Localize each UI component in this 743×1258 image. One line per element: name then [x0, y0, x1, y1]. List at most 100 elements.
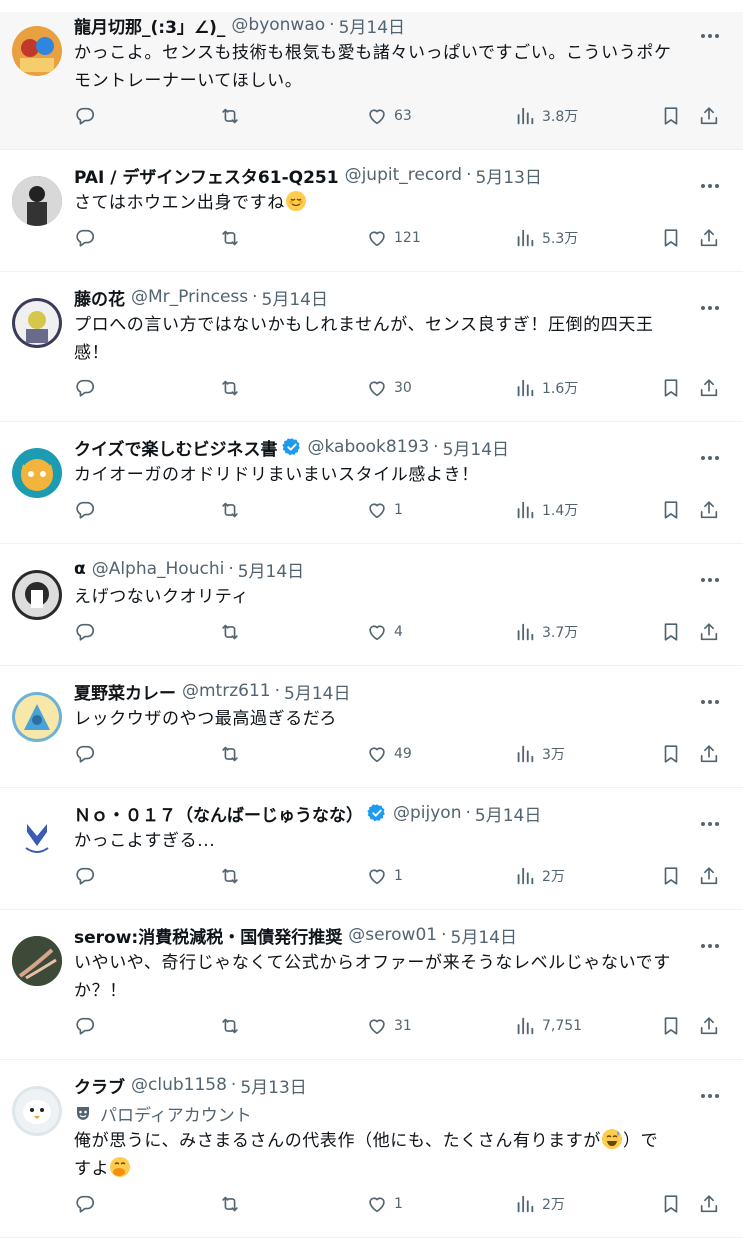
avatar[interactable] — [12, 1086, 62, 1136]
post-date[interactable]: 5月14日 — [443, 435, 509, 460]
share-button[interactable] — [698, 861, 720, 891]
share-button[interactable] — [698, 101, 720, 131]
views-button[interactable]: 1.6万 — [514, 373, 578, 403]
more-options-icon[interactable] — [699, 692, 721, 712]
display-name[interactable]: PAI / デザインフェスタ61-Q251 — [74, 163, 339, 188]
avatar[interactable] — [12, 26, 62, 76]
share-button[interactable] — [698, 1011, 720, 1041]
bookmark-button[interactable] — [660, 1189, 682, 1219]
bookmark-button[interactable] — [660, 223, 682, 253]
more-options-icon[interactable] — [699, 1086, 721, 1106]
share-button[interactable] — [698, 1189, 720, 1219]
avatar[interactable] — [12, 298, 62, 348]
more-options-icon[interactable] — [699, 936, 721, 956]
reply-tweet[interactable]: PAI / デザインフェスタ61-Q251 @jupit_record · 5月13日… — [0, 162, 743, 272]
reply-button[interactable] — [74, 861, 96, 891]
views-button[interactable]: 7,751 — [514, 1011, 582, 1041]
post-date[interactable]: 5月14日 — [262, 285, 328, 310]
share-button[interactable] — [698, 373, 720, 403]
user-handle[interactable]: @mtrz611 — [182, 681, 271, 701]
retweet-button[interactable] — [219, 101, 241, 131]
like-button[interactable]: 63 — [366, 101, 412, 131]
bookmark-button[interactable] — [660, 373, 682, 403]
share-button[interactable] — [698, 495, 720, 525]
views-button[interactable]: 2万 — [514, 1189, 565, 1219]
display-name[interactable]: クラブ — [74, 1073, 125, 1098]
reply-tweet[interactable]: 藤の花 @Mr_Princess · 5月14日 プロへの言い方ではないかもしれませんが… — [0, 284, 743, 422]
display-name[interactable]: Ｎｏ・０１７（なんばーじゅうなな） — [74, 801, 363, 826]
bookmark-button[interactable] — [660, 1011, 682, 1041]
reply-button[interactable] — [74, 1189, 96, 1219]
reply-button[interactable] — [74, 739, 96, 769]
like-button[interactable]: 49 — [366, 739, 412, 769]
post-date[interactable]: 5月14日 — [284, 679, 350, 704]
avatar[interactable] — [12, 692, 62, 742]
reply-tweet[interactable]: serow:消費税減税・国債発行推奨 @serow01 · 5月14日 いやいや、奇行じ… — [0, 922, 743, 1060]
display-name[interactable]: 藤の花 — [74, 285, 125, 310]
post-date[interactable]: 5月14日 — [238, 557, 304, 582]
retweet-button[interactable] — [219, 223, 241, 253]
post-date[interactable]: 5月14日 — [475, 801, 541, 826]
retweet-button[interactable] — [219, 1189, 241, 1219]
post-date[interactable]: 5月13日 — [240, 1073, 306, 1098]
views-button[interactable]: 5.3万 — [514, 223, 578, 253]
display-name[interactable]: α — [74, 559, 86, 579]
reply-button[interactable] — [74, 101, 96, 131]
views-button[interactable]: 2万 — [514, 861, 565, 891]
like-button[interactable]: 121 — [366, 223, 421, 253]
share-button[interactable] — [698, 739, 720, 769]
retweet-button[interactable] — [219, 495, 241, 525]
more-options-icon[interactable] — [699, 448, 721, 468]
bookmark-button[interactable] — [660, 739, 682, 769]
reply-tweet[interactable]: Ｎｏ・０１７（なんばーじゅうなな） @pijyon · 5月14日 かっこよすぎる...… — [0, 800, 743, 910]
display-name[interactable]: serow:消費税減税・国債発行推奨 — [74, 923, 342, 948]
reply-button[interactable] — [74, 223, 96, 253]
like-button[interactable]: 30 — [366, 373, 412, 403]
like-button[interactable]: 1 — [366, 495, 403, 525]
display-name[interactable]: 龍月切那_(:3」∠)_ — [74, 13, 225, 38]
post-date[interactable]: 5月13日 — [475, 163, 541, 188]
user-handle[interactable]: @byonwao — [231, 15, 325, 35]
retweet-button[interactable] — [219, 1011, 241, 1041]
retweet-button[interactable] — [219, 861, 241, 891]
retweet-button[interactable] — [219, 739, 241, 769]
avatar[interactable] — [12, 814, 62, 864]
bookmark-button[interactable] — [660, 617, 682, 647]
more-options-icon[interactable] — [699, 814, 721, 834]
retweet-button[interactable] — [219, 617, 241, 647]
share-button[interactable] — [698, 617, 720, 647]
like-button[interactable]: 1 — [366, 1189, 403, 1219]
display-name[interactable]: クイズで楽しむビジネス書 — [74, 435, 278, 460]
views-button[interactable]: 3.8万 — [514, 101, 578, 131]
share-button[interactable] — [698, 223, 720, 253]
reply-tweet[interactable]: クラブ @club1158 · 5月13日 パロディアカウント 俺が思うに、みさまるさんの… — [0, 1072, 743, 1238]
like-button[interactable]: 31 — [366, 1011, 412, 1041]
bookmark-button[interactable] — [660, 495, 682, 525]
more-options-icon[interactable] — [699, 298, 721, 318]
reply-tweet[interactable]: クイズで楽しむビジネス書 @kabook8193 · 5月14日 カイオーガのオドリドリ… — [0, 434, 743, 544]
more-options-icon[interactable] — [699, 570, 721, 590]
reply-tweet[interactable]: 夏野菜カレー @mtrz611 · 5月14日 レックウザのやつ最高過ぎるだろ 49 3万 — [0, 678, 743, 788]
user-handle[interactable]: @Alpha_Houchi — [92, 559, 225, 579]
avatar[interactable] — [12, 570, 62, 620]
reply-button[interactable] — [74, 373, 96, 403]
avatar[interactable] — [12, 936, 62, 986]
user-handle[interactable]: @pijyon — [393, 803, 461, 823]
display-name[interactable]: 夏野菜カレー — [74, 679, 176, 704]
user-handle[interactable]: @jupit_record — [345, 165, 462, 185]
views-button[interactable]: 3万 — [514, 739, 565, 769]
user-handle[interactable]: @kabook8193 — [308, 437, 430, 457]
avatar[interactable] — [12, 176, 62, 226]
more-options-icon[interactable] — [699, 176, 721, 196]
like-button[interactable]: 4 — [366, 617, 403, 647]
reply-button[interactable] — [74, 617, 96, 647]
reply-button[interactable] — [74, 495, 96, 525]
avatar[interactable] — [12, 448, 62, 498]
post-date[interactable]: 5月14日 — [451, 923, 517, 948]
views-button[interactable]: 3.7万 — [514, 617, 578, 647]
views-button[interactable]: 1.4万 — [514, 495, 578, 525]
bookmark-button[interactable] — [660, 101, 682, 131]
like-button[interactable]: 1 — [366, 861, 403, 891]
reply-tweet[interactable]: 龍月切那_(:3」∠)_ @byonwao · 5月14日 かっこよ。センスも技術も根気… — [0, 12, 743, 150]
user-handle[interactable]: @serow01 — [348, 925, 437, 945]
